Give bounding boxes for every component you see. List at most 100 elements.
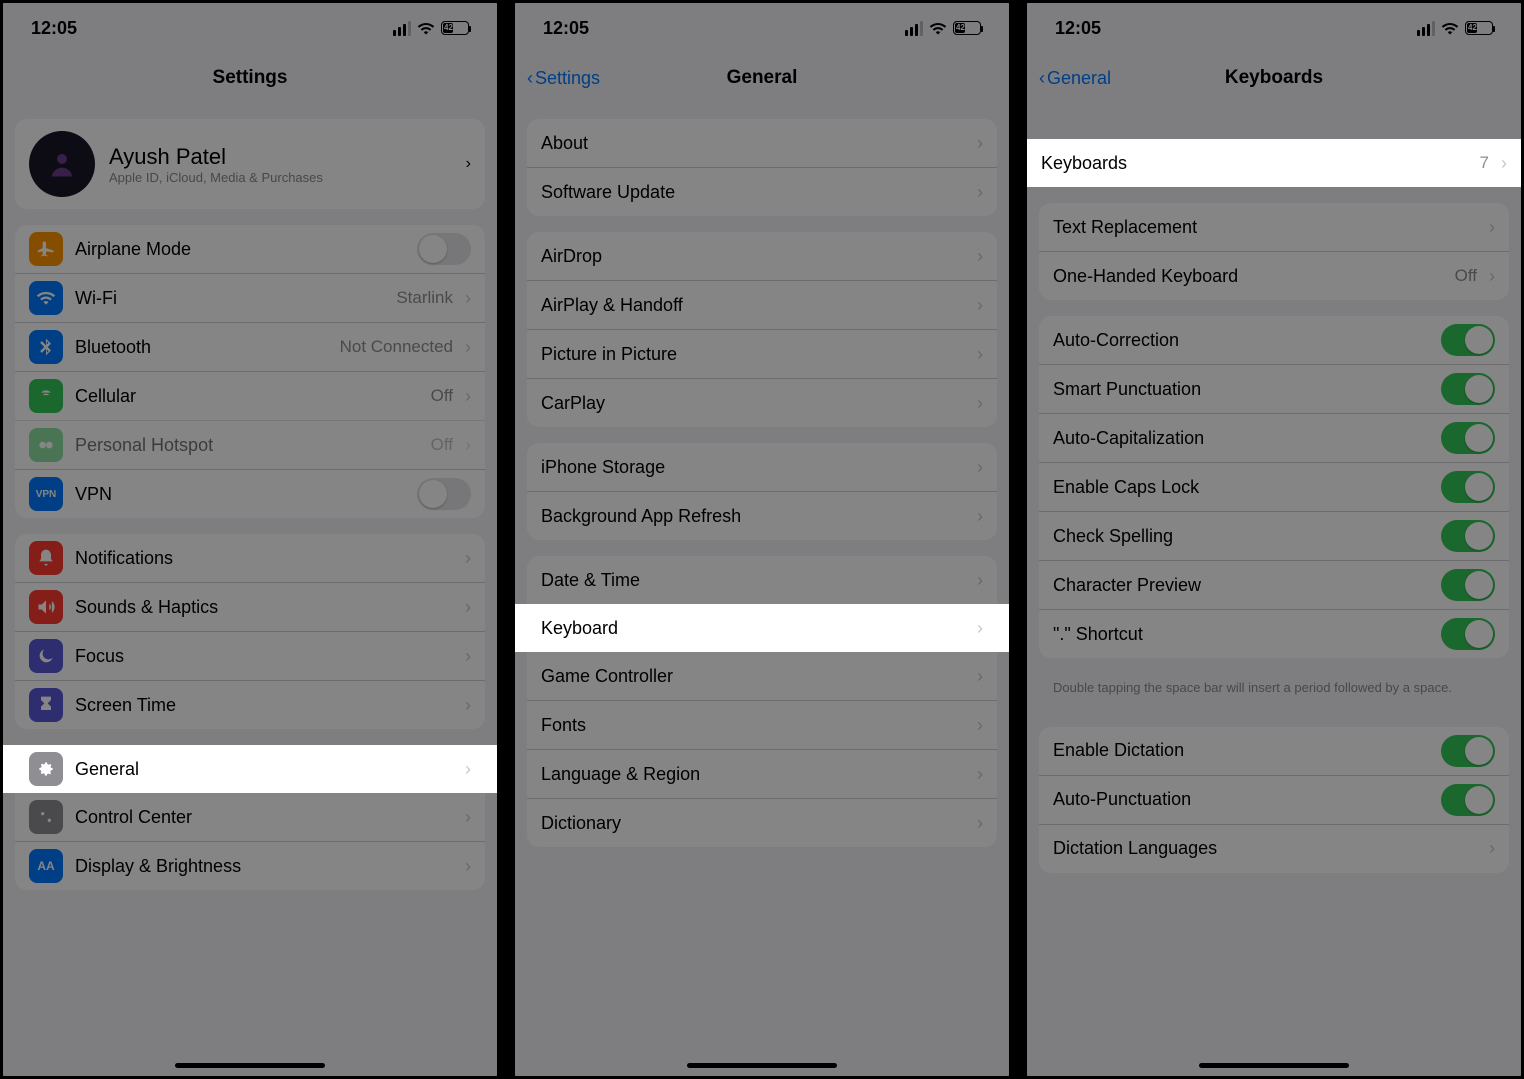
cellular-value: Off — [431, 386, 453, 406]
bluetooth-icon — [29, 330, 63, 364]
bgrefresh-row[interactable]: Background App Refresh› — [527, 491, 997, 540]
hotspot-row[interactable]: Personal Hotspot Off › — [15, 420, 485, 469]
profile-card[interactable]: Ayush Patel Apple ID, iCloud, Media & Pu… — [15, 119, 485, 209]
back-label: Settings — [535, 68, 600, 89]
onehanded-label: One-Handed Keyboard — [1053, 266, 1443, 287]
back-button[interactable]: ‹ General — [1039, 68, 1111, 89]
dotshortcut-row[interactable]: "." Shortcut — [1039, 609, 1509, 658]
home-indicator[interactable] — [1199, 1063, 1349, 1068]
gamecontroller-row[interactable]: Game Controller› — [527, 652, 997, 700]
general-row[interactable]: General › — [15, 745, 485, 793]
keyboards-label: Keyboards — [1041, 153, 1468, 174]
software-update-row[interactable]: Software Update› — [527, 167, 997, 216]
page-title: General — [727, 67, 798, 89]
display-label: Display & Brightness — [75, 856, 453, 877]
autopunct-row[interactable]: Auto-Punctuation — [1039, 775, 1509, 824]
notifications-label: Notifications — [75, 548, 453, 569]
chevron-right-icon: › — [977, 295, 983, 316]
dictation-toggle[interactable] — [1441, 735, 1495, 767]
vpn-toggle[interactable] — [417, 478, 471, 510]
spellcheck-toggle[interactable] — [1441, 520, 1495, 552]
chevron-right-icon: › — [1489, 266, 1495, 287]
autopunct-toggle[interactable] — [1441, 784, 1495, 816]
fonts-row[interactable]: Fonts › — [527, 700, 997, 749]
chevron-right-icon: › — [465, 695, 471, 716]
storage-row[interactable]: iPhone Storage› — [527, 443, 997, 491]
charpreview-toggle[interactable] — [1441, 569, 1495, 601]
chevron-right-icon: › — [977, 715, 983, 736]
status-indicators: 42 — [905, 21, 981, 36]
battery-icon: 42 — [441, 21, 469, 35]
signal-icon — [393, 21, 411, 36]
dotshortcut-footer: Double tapping the space bar will insert… — [1027, 674, 1521, 711]
about-label: About — [541, 133, 965, 154]
smartpunct-toggle[interactable] — [1441, 373, 1495, 405]
status-bar: 12:05 42 — [3, 3, 497, 53]
capslock-row[interactable]: Enable Caps Lock — [1039, 462, 1509, 511]
hotspot-value: Off — [431, 435, 453, 455]
dictlang-row[interactable]: Dictation Languages› — [1039, 824, 1509, 873]
controlcenter-row[interactable]: Control Center › — [15, 793, 485, 841]
airplane-toggle[interactable] — [417, 233, 471, 265]
pip-row[interactable]: Picture in Picture› — [527, 329, 997, 378]
keyboard-row[interactable]: Keyboard› — [527, 604, 997, 652]
airdrop-row[interactable]: AirDrop› — [527, 232, 997, 280]
vpn-row[interactable]: VPN VPN — [15, 469, 485, 518]
focus-label: Focus — [75, 646, 453, 667]
bluetooth-row[interactable]: Bluetooth Not Connected › — [15, 322, 485, 371]
gear-icon — [29, 752, 63, 786]
battery-icon: 42 — [953, 21, 981, 35]
chevron-right-icon: › — [977, 457, 983, 478]
chevron-right-icon: › — [977, 133, 983, 154]
autocap-row[interactable]: Auto-Capitalization — [1039, 413, 1509, 462]
home-indicator[interactable] — [175, 1063, 325, 1068]
chevron-right-icon: › — [465, 337, 471, 358]
about-row[interactable]: About › — [527, 119, 997, 167]
textsize-icon: AA — [29, 849, 63, 883]
back-label: General — [1047, 68, 1111, 89]
bluetooth-value: Not Connected — [340, 337, 453, 357]
dictionary-label: Dictionary — [541, 813, 965, 834]
keyboards-row[interactable]: Keyboards 7 › — [1027, 139, 1521, 187]
chevron-right-icon: › — [465, 597, 471, 618]
dictation-label: Enable Dictation — [1053, 740, 1429, 761]
carplay-row[interactable]: CarPlay› — [527, 378, 997, 427]
charpreview-row[interactable]: Character Preview — [1039, 560, 1509, 609]
profile-name: Ayush Patel — [109, 144, 452, 170]
dotshortcut-toggle[interactable] — [1441, 618, 1495, 650]
phone-general: 12:05 42 ‹ Settings General About› Softw… — [514, 2, 1010, 1077]
chevron-right-icon: › — [465, 386, 471, 407]
screentime-row[interactable]: Screen Time › — [15, 680, 485, 729]
chevron-right-icon: › — [465, 288, 471, 309]
pip-label: Picture in Picture — [541, 344, 965, 365]
airplay-label: AirPlay & Handoff — [541, 295, 965, 316]
onehanded-row[interactable]: One-Handed KeyboardOff› — [1039, 251, 1509, 300]
autocorrect-toggle[interactable] — [1441, 324, 1495, 356]
display-row[interactable]: AA Display & Brightness › — [15, 841, 485, 890]
keyboards-count: 7 — [1480, 153, 1489, 173]
back-button[interactable]: ‹ Settings — [527, 68, 600, 89]
wifi-row[interactable]: Wi-Fi Starlink › — [15, 273, 485, 322]
textrepl-row[interactable]: Text Replacement› — [1039, 203, 1509, 251]
autocorrect-row[interactable]: Auto-Correction — [1039, 316, 1509, 364]
datetime-row[interactable]: Date & Time› — [527, 556, 997, 604]
dictation-row[interactable]: Enable Dictation — [1039, 727, 1509, 775]
sliders-icon — [29, 800, 63, 834]
airplay-row[interactable]: AirPlay & Handoff › — [527, 280, 997, 329]
cellular-row[interactable]: Cellular Off › — [15, 371, 485, 420]
smartpunct-row[interactable]: Smart Punctuation — [1039, 364, 1509, 413]
dictionary-row[interactable]: Dictionary› — [527, 798, 997, 847]
gamecontroller-label: Game Controller — [541, 666, 965, 687]
focus-row[interactable]: Focus › — [15, 631, 485, 680]
sounds-row[interactable]: Sounds & Haptics › — [15, 582, 485, 631]
spellcheck-row[interactable]: Check Spelling — [1039, 511, 1509, 560]
capslock-label: Enable Caps Lock — [1053, 477, 1429, 498]
language-row[interactable]: Language & Region› — [527, 749, 997, 798]
airplane-row[interactable]: Airplane Mode — [15, 225, 485, 273]
home-indicator[interactable] — [687, 1063, 837, 1068]
autocap-toggle[interactable] — [1441, 422, 1495, 454]
capslock-toggle[interactable] — [1441, 471, 1495, 503]
battery-icon: 42 — [1465, 21, 1493, 35]
notifications-row[interactable]: Notifications › — [15, 534, 485, 582]
fonts-label: Fonts — [541, 715, 965, 736]
